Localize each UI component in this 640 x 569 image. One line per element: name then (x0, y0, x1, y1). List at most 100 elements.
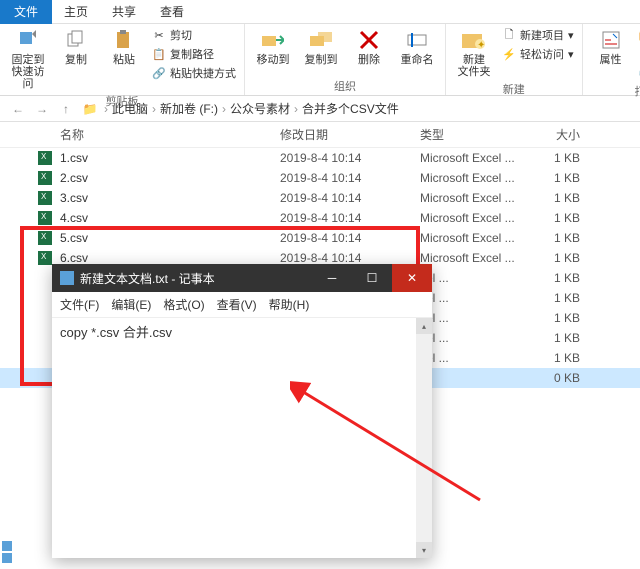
nav-forward[interactable]: → (32, 99, 52, 119)
col-name[interactable]: 名称 (60, 126, 280, 143)
new-folder-icon: ✦ (460, 28, 488, 52)
properties-button[interactable]: 属性 (589, 26, 633, 68)
menu-edit[interactable]: 编辑(E) (111, 296, 151, 313)
notepad-title: 新建文本文档.txt - 记事本 (80, 270, 215, 287)
file-type: Microsoft Excel ... (420, 251, 520, 265)
move-to-button[interactable]: 移动到 (251, 26, 295, 68)
scroll-up-icon[interactable]: ▴ (416, 318, 432, 334)
tab-file[interactable]: 文件 (0, 0, 52, 24)
crumb-pc[interactable]: 此电脑 (112, 100, 148, 117)
file-size: 1 KB (520, 151, 580, 165)
file-name: 6.csv (60, 251, 280, 265)
col-size[interactable]: 大小 (520, 126, 580, 143)
new-item-button[interactable]: 🗋新建项目 ▾ (500, 26, 576, 44)
chevron-right-icon: › (152, 102, 156, 116)
file-type: Microsoft Excel ... (420, 211, 520, 225)
file-row[interactable]: 5.csv2019-8-4 10:14Microsoft Excel ...1 … (0, 228, 640, 248)
col-type[interactable]: 类型 (420, 126, 520, 143)
excel-icon (38, 171, 52, 185)
copy-to-button[interactable]: 复制到 (299, 26, 343, 68)
ribbon-tabs: 文件 主页 共享 查看 (0, 0, 640, 24)
file-size: 1 KB (520, 171, 580, 185)
tab-home[interactable]: 主页 (52, 0, 100, 24)
easy-access-button[interactable]: ⚡轻松访问 ▾ (500, 45, 576, 63)
menu-format[interactable]: 格式(O) (163, 296, 204, 313)
tab-share[interactable]: 共享 (100, 0, 148, 24)
minimize-button[interactable]: ─ (312, 264, 352, 292)
excel-icon (38, 231, 52, 245)
chevron-right-icon: › (294, 102, 298, 116)
paste-shortcut-button[interactable]: 🔗粘贴快捷方式 (150, 64, 238, 82)
excel-icon (38, 251, 52, 265)
file-date: 2019-8-4 10:14 (280, 171, 420, 185)
crumb-drive[interactable]: 新加卷 (F:) (160, 100, 218, 117)
open-group-label: 打开 (589, 82, 640, 100)
file-row[interactable]: 1.csv2019-8-4 10:14Microsoft Excel ...1 … (0, 148, 640, 168)
excel-icon (38, 211, 52, 225)
breadcrumb: ← → ↑ 📁 › 此电脑 › 新加卷 (F:) › 公众号素材 › 合并多个C… (0, 96, 640, 122)
new-item-icon: 🗋 (502, 28, 516, 42)
file-type: cel ... (420, 311, 520, 325)
close-button[interactable]: ✕ (392, 264, 432, 292)
easy-access-icon: ⚡ (502, 47, 516, 61)
menu-help[interactable]: 帮助(H) (269, 296, 310, 313)
open-button[interactable]: 📂打开 ▾ (637, 26, 640, 44)
file-type: cel ... (420, 351, 520, 365)
file-size: 1 KB (520, 211, 580, 225)
menu-file[interactable]: 文件(F) (60, 296, 99, 313)
chevron-right-icon: › (104, 102, 108, 116)
shortcut-icon: 🔗 (152, 66, 166, 80)
file-row[interactable]: 2.csv2019-8-4 10:14Microsoft Excel ...1 … (0, 168, 640, 188)
copy-button[interactable]: 复制 (54, 26, 98, 68)
notepad-textarea[interactable]: copy *.csv 合并.csv ▴ ▾ (52, 318, 432, 558)
scroll-down-icon[interactable]: ▾ (416, 542, 432, 558)
notepad-menu: 文件(F) 编辑(E) 格式(O) 查看(V) 帮助(H) (52, 292, 432, 318)
notepad-window: 新建文本文档.txt - 记事本 ─ ☐ ✕ 文件(F) 编辑(E) 格式(O)… (52, 264, 432, 558)
list-header: 名称 修改日期 类型 大小 (0, 122, 640, 148)
file-size: 1 KB (520, 331, 580, 345)
tab-view[interactable]: 查看 (148, 0, 196, 24)
copy-icon (62, 28, 90, 52)
maximize-button[interactable]: ☐ (352, 264, 392, 292)
edit-button[interactable]: ✎编辑 (637, 45, 640, 63)
excel-icon (38, 151, 52, 165)
nav-up[interactable]: ↑ (56, 99, 76, 119)
taskbar-corner (0, 539, 14, 569)
file-type: cel ... (420, 291, 520, 305)
file-row[interactable]: 3.csv2019-8-4 10:14Microsoft Excel ...1 … (0, 188, 640, 208)
file-name: 5.csv (60, 231, 280, 245)
svg-text:✦: ✦ (477, 40, 485, 50)
move-icon (259, 28, 287, 52)
paste-button[interactable]: 粘贴 (102, 26, 146, 68)
file-type: Microsoft Excel ... (420, 151, 520, 165)
menu-view[interactable]: 查看(V) (217, 296, 257, 313)
pin-quickaccess-button[interactable]: 固定到快速访问 (6, 26, 50, 92)
file-size: 1 KB (520, 251, 580, 265)
cut-button[interactable]: ✂剪切 (150, 26, 238, 44)
file-type: cel ... (420, 331, 520, 345)
file-row[interactable]: 4.csv2019-8-4 10:14Microsoft Excel ...1 … (0, 208, 640, 228)
file-size: 1 KB (520, 191, 580, 205)
delete-button[interactable]: 删除 (347, 26, 391, 68)
file-date: 2019-8-4 10:14 (280, 251, 420, 265)
new-folder-button[interactable]: ✦ 新建文件夹 (452, 26, 496, 80)
col-date[interactable]: 修改日期 (280, 126, 420, 143)
file-size: 1 KB (520, 231, 580, 245)
history-button[interactable]: 🕘历史记录 (637, 64, 640, 82)
paste-icon (110, 28, 138, 52)
crumb-folder2[interactable]: 合并多个CSV文件 (302, 100, 399, 117)
organize-group-label: 组织 (251, 77, 439, 95)
file-size: 1 KB (520, 291, 580, 305)
notepad-titlebar[interactable]: 新建文本文档.txt - 记事本 ─ ☐ ✕ (52, 264, 432, 292)
notepad-scrollbar[interactable]: ▴ ▾ (416, 318, 432, 558)
rename-button[interactable]: 重命名 (395, 26, 439, 68)
crumb-folder1[interactable]: 公众号素材 (230, 100, 290, 117)
file-name: 3.csv (60, 191, 280, 205)
file-date: 2019-8-4 10:14 (280, 191, 420, 205)
nav-back[interactable]: ← (8, 99, 28, 119)
properties-icon (597, 28, 625, 52)
pin-icon (14, 28, 42, 52)
file-name: 2.csv (60, 171, 280, 185)
file-type: Microsoft Excel ... (420, 191, 520, 205)
copy-path-button[interactable]: 📋复制路径 (150, 45, 238, 63)
